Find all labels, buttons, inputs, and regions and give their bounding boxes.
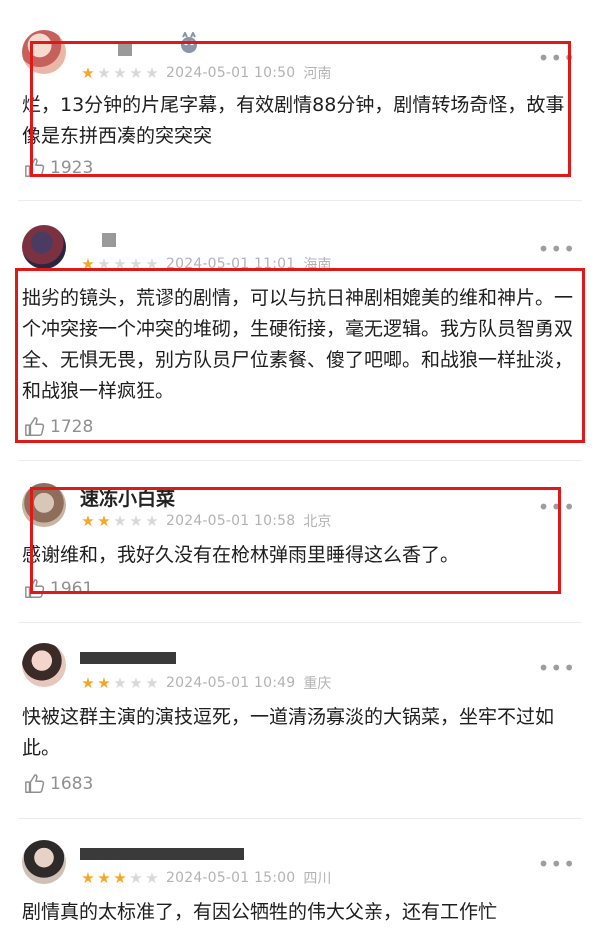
like-button[interactable]: 1961 bbox=[24, 578, 93, 600]
star-empty-icon: ★ bbox=[145, 254, 159, 273]
star-empty-icon: ★ bbox=[145, 868, 159, 887]
review-timestamp: 2024-05-01 10:49 bbox=[166, 675, 296, 691]
review-text: 烂，13分钟的片尾字幕，有效剧情88分钟，剧情转场奇怪，故事像是东拼西凑的突突突 bbox=[22, 94, 565, 147]
thumbs-up-icon bbox=[25, 417, 45, 436]
like-button[interactable]: 1728 bbox=[24, 416, 93, 438]
star-filled-icon: ★ bbox=[97, 868, 111, 887]
review-location: 北京 bbox=[303, 514, 332, 530]
star-rating: ★ ★ ★ ★ ★ bbox=[80, 673, 160, 692]
like-count: 1728 bbox=[50, 417, 94, 437]
star-filled-icon: ★ bbox=[81, 254, 95, 273]
like-count: 1961 bbox=[50, 579, 94, 599]
star-empty-icon: ★ bbox=[97, 63, 111, 82]
star-filled-icon: ★ bbox=[81, 511, 95, 530]
review-location: 重庆 bbox=[303, 676, 332, 692]
star-rating: ★ ★ ★ ★ ★ bbox=[80, 63, 160, 82]
star-rating: ★ ★ ★ ★ ★ bbox=[80, 254, 160, 273]
star-filled-icon: ★ bbox=[97, 673, 111, 692]
review-text: 快被这群主演的演技逗死，一道清汤寡淡的大锅菜，坐牢不过如此。 bbox=[22, 706, 555, 759]
review-timestamp: 2024-05-01 11:01 bbox=[166, 256, 296, 272]
review-timestamp: 2024-05-01 10:58 bbox=[166, 513, 296, 529]
star-filled-icon: ★ bbox=[81, 868, 95, 887]
like-button[interactable]: 1923 bbox=[24, 157, 93, 179]
star-empty-icon: ★ bbox=[129, 511, 143, 530]
review-meta: ★ ★ ★ ★ ★ 2024-05-01 10:49 重庆 bbox=[80, 673, 331, 693]
divider bbox=[18, 622, 582, 623]
star-empty-icon: ★ bbox=[113, 511, 127, 530]
review-timestamp: 2024-05-01 10:50 bbox=[166, 65, 296, 81]
star-empty-icon: ★ bbox=[97, 254, 111, 273]
avatar[interactable] bbox=[22, 840, 66, 884]
more-dots-icon[interactable]: ••• bbox=[538, 237, 576, 261]
thumbs-up-icon bbox=[25, 579, 45, 598]
redacted-username bbox=[118, 42, 132, 56]
star-rating: ★ ★ ★ ★ ★ bbox=[80, 868, 160, 887]
star-empty-icon: ★ bbox=[129, 254, 143, 273]
divider bbox=[18, 460, 582, 461]
review-location: 海南 bbox=[303, 257, 332, 273]
more-dots-icon[interactable]: ••• bbox=[538, 656, 576, 680]
like-count: 1683 bbox=[50, 774, 94, 794]
review-meta: ★ ★ ★ ★ ★ 2024-05-01 11:01 海南 bbox=[80, 254, 331, 274]
review-text: 拙劣的镜头，荒谬的剧情，可以与抗日神剧相媲美的维和神片。一个冲突接一个冲突的堆砌… bbox=[22, 287, 574, 402]
review-meta: ★ ★ ★ ★ ★ 2024-05-01 15:00 四川 bbox=[80, 868, 331, 888]
review-meta: ★ ★ ★ ★ ★ 2024-05-01 10:50 河南 bbox=[80, 63, 331, 83]
more-dots-icon[interactable]: ••• bbox=[538, 852, 576, 876]
star-empty-icon: ★ bbox=[145, 511, 159, 530]
more-dots-icon[interactable]: ••• bbox=[538, 495, 576, 519]
review-location: 四川 bbox=[303, 871, 332, 887]
star-empty-icon: ★ bbox=[129, 868, 143, 887]
star-empty-icon: ★ bbox=[129, 63, 143, 82]
star-filled-icon: ★ bbox=[81, 673, 95, 692]
avatar[interactable] bbox=[22, 30, 66, 74]
like-button[interactable]: 1683 bbox=[24, 773, 93, 795]
redacted-username bbox=[80, 848, 244, 860]
thumbs-up-icon bbox=[25, 774, 45, 793]
avatar[interactable] bbox=[22, 483, 66, 527]
review-location: 河南 bbox=[303, 66, 332, 82]
star-empty-icon: ★ bbox=[113, 63, 127, 82]
star-empty-icon: ★ bbox=[113, 254, 127, 273]
like-count: 1923 bbox=[50, 158, 94, 178]
redacted-username bbox=[80, 652, 176, 664]
review-text: 感谢维和，我好久没有在枪林弹雨里睡得这么香了。 bbox=[22, 544, 460, 566]
star-empty-icon: ★ bbox=[129, 673, 143, 692]
star-empty-icon: ★ bbox=[113, 673, 127, 692]
avatar[interactable] bbox=[22, 225, 66, 269]
review-timestamp: 2024-05-01 15:00 bbox=[166, 870, 296, 886]
star-empty-icon: ★ bbox=[145, 673, 159, 692]
username[interactable]: 速冻小白菜 bbox=[80, 484, 175, 511]
review-text: 剧情真的太标准了，有因公牺牲的伟大父亲，还有工作忙 bbox=[22, 901, 498, 923]
more-dots-icon[interactable]: ••• bbox=[538, 46, 576, 70]
review-meta: ★ ★ ★ ★ ★ 2024-05-01 10:58 北京 bbox=[80, 511, 331, 531]
redacted-username bbox=[102, 233, 116, 247]
star-filled-icon: ★ bbox=[81, 63, 95, 82]
divider bbox=[18, 200, 582, 201]
star-filled-icon: ★ bbox=[97, 511, 111, 530]
star-empty-icon: ★ bbox=[145, 63, 159, 82]
star-rating: ★ ★ ★ ★ ★ bbox=[80, 511, 160, 530]
thumbs-up-icon bbox=[25, 158, 45, 177]
divider bbox=[18, 818, 582, 819]
owl-icon bbox=[180, 30, 198, 54]
avatar[interactable] bbox=[22, 643, 66, 687]
star-filled-icon: ★ bbox=[113, 868, 127, 887]
